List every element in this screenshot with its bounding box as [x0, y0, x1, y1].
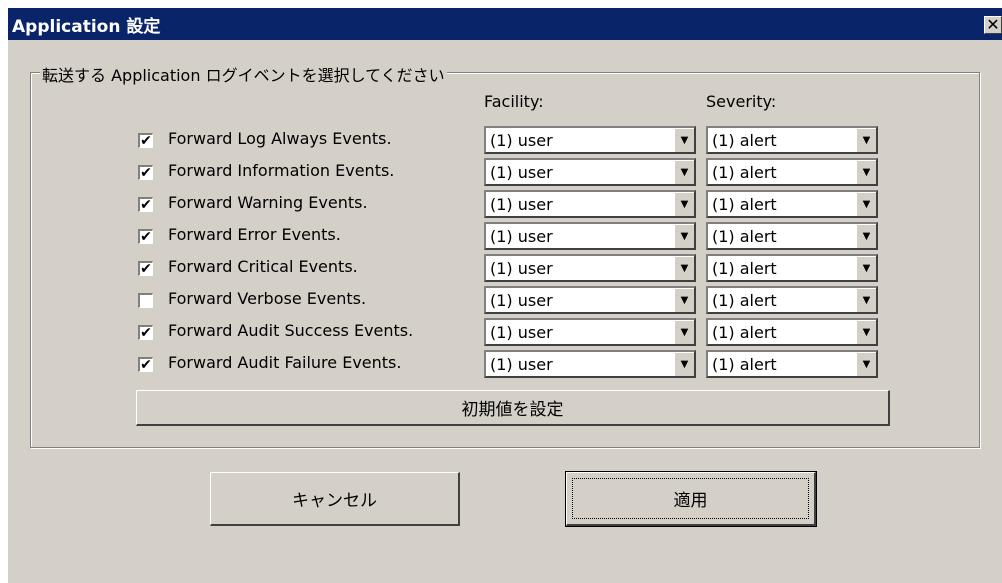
event-checkbox-label[interactable]: Forward Information Events. [168, 161, 394, 180]
event-checkbox[interactable]: ✔ [138, 133, 153, 148]
facility-selected-value: (1) user [490, 291, 553, 310]
severity-dropdown[interactable]: (1) alert ▼ [706, 222, 878, 250]
facility-selected-value: (1) user [490, 163, 553, 182]
chevron-down-icon[interactable]: ▼ [856, 192, 876, 216]
facility-selected-value: (1) user [490, 131, 553, 150]
apply-button[interactable]: 適用 [565, 471, 817, 527]
chevron-down-icon[interactable]: ▼ [674, 320, 694, 344]
severity-dropdown[interactable]: (1) alert ▼ [706, 158, 878, 186]
close-button[interactable]: ✕ [984, 16, 1002, 34]
cancel-button[interactable]: キャンセル [210, 472, 460, 526]
chevron-down-icon[interactable]: ▼ [856, 224, 876, 248]
event-checkbox[interactable]: ✔ [138, 325, 153, 340]
facility-selected-value: (1) user [490, 227, 553, 246]
facility-selected-value: (1) user [490, 323, 553, 342]
severity-selected-value: (1) alert [712, 355, 777, 374]
severity-selected-value: (1) alert [712, 227, 777, 246]
severity-dropdown[interactable]: (1) alert ▼ [706, 350, 878, 378]
chevron-down-icon[interactable]: ▼ [674, 288, 694, 312]
facility-selected-value: (1) user [490, 355, 553, 374]
event-checkbox[interactable]: ✔ [138, 197, 153, 212]
chevron-down-icon[interactable]: ▼ [674, 224, 694, 248]
event-checkbox-label[interactable]: Forward Audit Failure Events. [168, 353, 401, 372]
facility-dropdown[interactable]: (1) user ▼ [484, 286, 696, 314]
chevron-down-icon[interactable]: ▼ [674, 128, 694, 152]
severity-dropdown[interactable]: (1) alert ▼ [706, 286, 878, 314]
cancel-label: キャンセル [292, 491, 377, 511]
severity-selected-value: (1) alert [712, 163, 777, 182]
event-checkbox-label[interactable]: Forward Verbose Events. [168, 289, 366, 308]
facility-dropdown[interactable]: (1) user ▼ [484, 126, 696, 154]
chevron-down-icon[interactable]: ▼ [856, 256, 876, 280]
facility-selected-value: (1) user [490, 195, 553, 214]
severity-dropdown[interactable]: (1) alert ▼ [706, 254, 878, 282]
severity-header: Severity: [706, 92, 777, 111]
severity-dropdown[interactable]: (1) alert ▼ [706, 318, 878, 346]
chevron-down-icon[interactable]: ▼ [674, 256, 694, 280]
chevron-down-icon[interactable]: ▼ [856, 320, 876, 344]
event-checkbox-label[interactable]: Forward Audit Success Events. [168, 321, 413, 340]
close-icon: ✕ [986, 15, 1000, 34]
event-checkbox-label[interactable]: Forward Warning Events. [168, 193, 368, 212]
event-checkbox[interactable]: ✔ [138, 357, 153, 372]
severity-selected-value: (1) alert [712, 195, 777, 214]
event-checkbox-label[interactable]: Forward Log Always Events. [168, 129, 392, 148]
chevron-down-icon[interactable]: ▼ [674, 192, 694, 216]
set-defaults-button[interactable]: 初期値を設定 [136, 390, 890, 426]
facility-selected-value: (1) user [490, 259, 553, 278]
event-checkbox[interactable] [138, 293, 153, 308]
checkmark-icon: ✔ [140, 261, 152, 277]
facility-dropdown[interactable]: (1) user ▼ [484, 350, 696, 378]
checkmark-icon: ✔ [140, 133, 152, 149]
severity-selected-value: (1) alert [712, 259, 777, 278]
facility-dropdown[interactable]: (1) user ▼ [484, 222, 696, 250]
checkmark-icon: ✔ [140, 229, 152, 245]
facility-dropdown[interactable]: (1) user ▼ [484, 318, 696, 346]
set-defaults-label: 初期値を設定 [461, 400, 564, 420]
chevron-down-icon[interactable]: ▼ [856, 352, 876, 376]
event-checkbox-label[interactable]: Forward Error Events. [168, 225, 341, 244]
chevron-down-icon[interactable]: ▼ [674, 160, 694, 184]
chevron-down-icon[interactable]: ▼ [856, 288, 876, 312]
chevron-down-icon[interactable]: ▼ [856, 128, 876, 152]
checkmark-icon: ✔ [140, 357, 152, 373]
facility-header: Facility: [484, 92, 544, 111]
severity-dropdown[interactable]: (1) alert ▼ [706, 126, 878, 154]
chevron-down-icon[interactable]: ▼ [674, 352, 694, 376]
event-checkbox-label[interactable]: Forward Critical Events. [168, 257, 358, 276]
severity-selected-value: (1) alert [712, 291, 777, 310]
window-title: Application 設定 [12, 16, 161, 37]
checkmark-icon: ✔ [140, 325, 152, 341]
checkmark-icon: ✔ [140, 197, 152, 213]
facility-dropdown[interactable]: (1) user ▼ [484, 190, 696, 218]
title-bar: Application 設定 ✕ [8, 8, 1002, 40]
facility-dropdown[interactable]: (1) user ▼ [484, 158, 696, 186]
event-checkbox[interactable]: ✔ [138, 261, 153, 276]
focus-rect [572, 478, 809, 519]
facility-dropdown[interactable]: (1) user ▼ [484, 254, 696, 282]
severity-selected-value: (1) alert [712, 131, 777, 150]
group-label: 転送する Application ログイベントを選択してください [40, 62, 447, 86]
event-checkbox[interactable]: ✔ [138, 165, 153, 180]
severity-selected-value: (1) alert [712, 323, 777, 342]
severity-dropdown[interactable]: (1) alert ▼ [706, 190, 878, 218]
checkmark-icon: ✔ [140, 165, 152, 181]
event-checkbox[interactable]: ✔ [138, 229, 153, 244]
chevron-down-icon[interactable]: ▼ [856, 160, 876, 184]
